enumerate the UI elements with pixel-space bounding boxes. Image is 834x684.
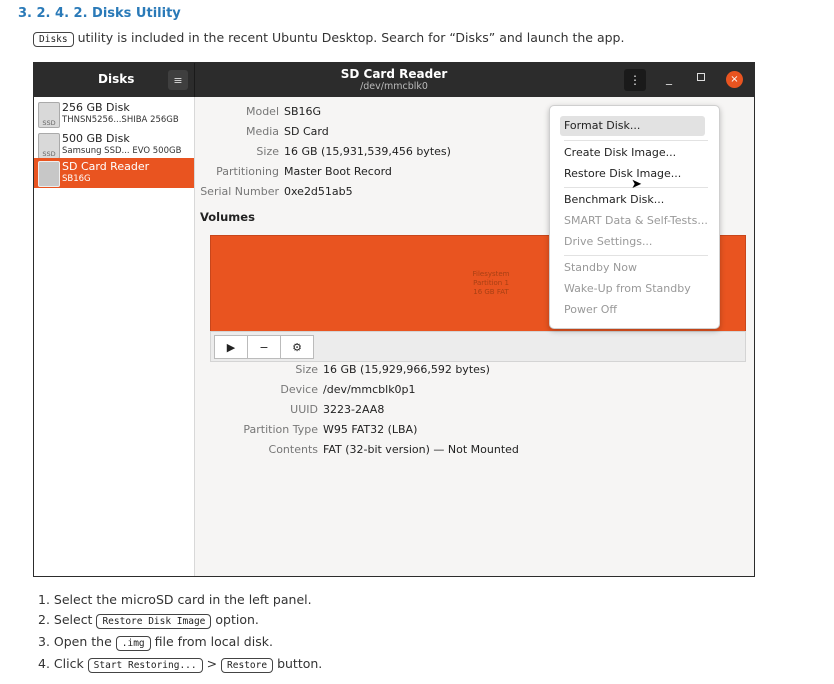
ssd-icon: SSD <box>38 102 60 128</box>
info-value: 16 GB (15,929,966,592 bytes) <box>323 363 490 376</box>
minimize-icon[interactable]: _ <box>666 71 672 85</box>
drive-item-500gb[interactable]: SSD 500 GB Disk Samsung SSD... EVO 500GB <box>34 130 194 160</box>
inline-code-restore-image: Restore Disk Image <box>96 614 212 629</box>
step-2: 2. Select Restore Disk Image option. <box>38 612 259 629</box>
info-value: 3223-2AA8 <box>323 403 385 416</box>
menu-item-power-off[interactable]: Power Off <box>564 303 617 316</box>
drive-model: Samsung SSD... EVO 500GB <box>62 146 182 156</box>
volumes-heading: Volumes <box>200 210 255 224</box>
disks-window: Disks ≡ SD Card Reader /dev/mmcblk0 ⋮ _ … <box>33 62 755 577</box>
info-value: 16 GB (15,931,539,456 bytes) <box>284 145 451 158</box>
info-value: W95 FAT32 (LBA) <box>323 423 418 436</box>
info-label: Contents <box>268 443 318 456</box>
inline-code-disks: Disks <box>33 32 74 47</box>
info-label: UUID <box>290 403 318 416</box>
instruction-steps: 1. Select the microSD card in the left p… <box>38 590 322 676</box>
drive-item-sd-card[interactable]: SD Card Reader SB16G <box>34 158 194 188</box>
menu-item-drive-settings[interactable]: Drive Settings... <box>564 235 652 248</box>
info-label: Size <box>256 145 279 158</box>
step-4: 4. Click Start Restoring... > Restore bu… <box>38 656 323 673</box>
info-value: 0xe2d51ab5 <box>284 185 353 198</box>
menu-item-benchmark[interactable]: Benchmark Disk... <box>564 193 664 206</box>
menu-item-wake-up[interactable]: Wake-Up from Standby <box>564 282 691 295</box>
close-icon[interactable]: × <box>726 71 743 88</box>
menu-separator <box>564 255 708 256</box>
step-3: 3. Open the .img file from local disk. <box>38 634 273 651</box>
menu-item-standby[interactable]: Standby Now <box>564 261 637 274</box>
menu-item-format-disk[interactable]: Format Disk... <box>564 119 640 132</box>
drive-name: SD Card Reader <box>62 160 150 173</box>
intro-text: utility is included in the recent Ubuntu… <box>73 30 625 45</box>
drive-model: SB16G <box>62 174 91 184</box>
drive-menu-popover: Format Disk... Create Disk Image... Rest… <box>549 105 720 329</box>
info-label: Serial Number <box>200 185 279 198</box>
partition-label: Filesystem Partition 1 16 GB FAT <box>472 270 510 296</box>
drive-list: SSD 256 GB Disk THNSN5256...SHIBA 256GB … <box>34 97 195 576</box>
gears-icon[interactable]: ⚙ <box>280 335 314 359</box>
section-heading: 3. 2. 4. 2. Disks Utility <box>18 6 181 21</box>
menu-separator <box>564 140 708 141</box>
sd-card-icon <box>38 161 60 187</box>
window-subtitle: /dev/mmcblk0 <box>360 81 428 92</box>
step-1: 1. Select the microSD card in the left p… <box>38 592 312 607</box>
inline-code-restore: Restore <box>221 658 274 673</box>
title-bar: Disks ≡ SD Card Reader /dev/mmcblk0 ⋮ _ … <box>34 63 754 97</box>
volume-toolbar: ▶ − ⚙ <box>210 331 746 362</box>
drive-model: THNSN5256...SHIBA 256GB <box>62 115 179 125</box>
drive-item-256gb[interactable]: SSD 256 GB Disk THNSN5256...SHIBA 256GB <box>34 99 194 129</box>
info-label: Model <box>245 105 279 118</box>
info-label: Partition Type <box>243 423 318 436</box>
mouse-pointer-icon: ➤ <box>631 177 642 192</box>
vertical-dots-icon[interactable]: ⋮ <box>624 69 646 91</box>
drive-name: 500 GB Disk <box>62 132 130 145</box>
info-value: FAT (32-bit version) — Not Mounted <box>323 443 519 456</box>
info-label: Device <box>280 383 318 396</box>
menu-item-create-image[interactable]: Create Disk Image... <box>564 146 676 159</box>
info-label: Media <box>245 125 279 138</box>
intro-paragraph: Disks utility is included in the recent … <box>33 30 625 47</box>
ssd-icon: SSD <box>38 133 60 159</box>
inline-code-start-restoring: Start Restoring... <box>87 658 203 673</box>
info-value: SB16G <box>284 105 322 118</box>
menu-item-smart-data[interactable]: SMART Data & Self-Tests... <box>564 214 708 227</box>
info-label: Size <box>295 363 318 376</box>
window-title: SD Card Reader <box>340 67 448 81</box>
inline-code-img: .img <box>115 636 151 651</box>
menu-item-restore-image[interactable]: Restore Disk Image... <box>564 167 681 180</box>
info-value: SD Card <box>284 125 329 138</box>
minus-icon[interactable]: − <box>247 335 281 359</box>
drive-name: 256 GB Disk <box>62 101 130 114</box>
info-value: Master Boot Record <box>284 165 392 178</box>
info-label: Partitioning <box>216 165 279 178</box>
play-icon[interactable]: ▶ <box>214 335 248 359</box>
info-value: /dev/mmcblk0p1 <box>323 383 416 396</box>
maximize-icon[interactable] <box>697 73 705 81</box>
